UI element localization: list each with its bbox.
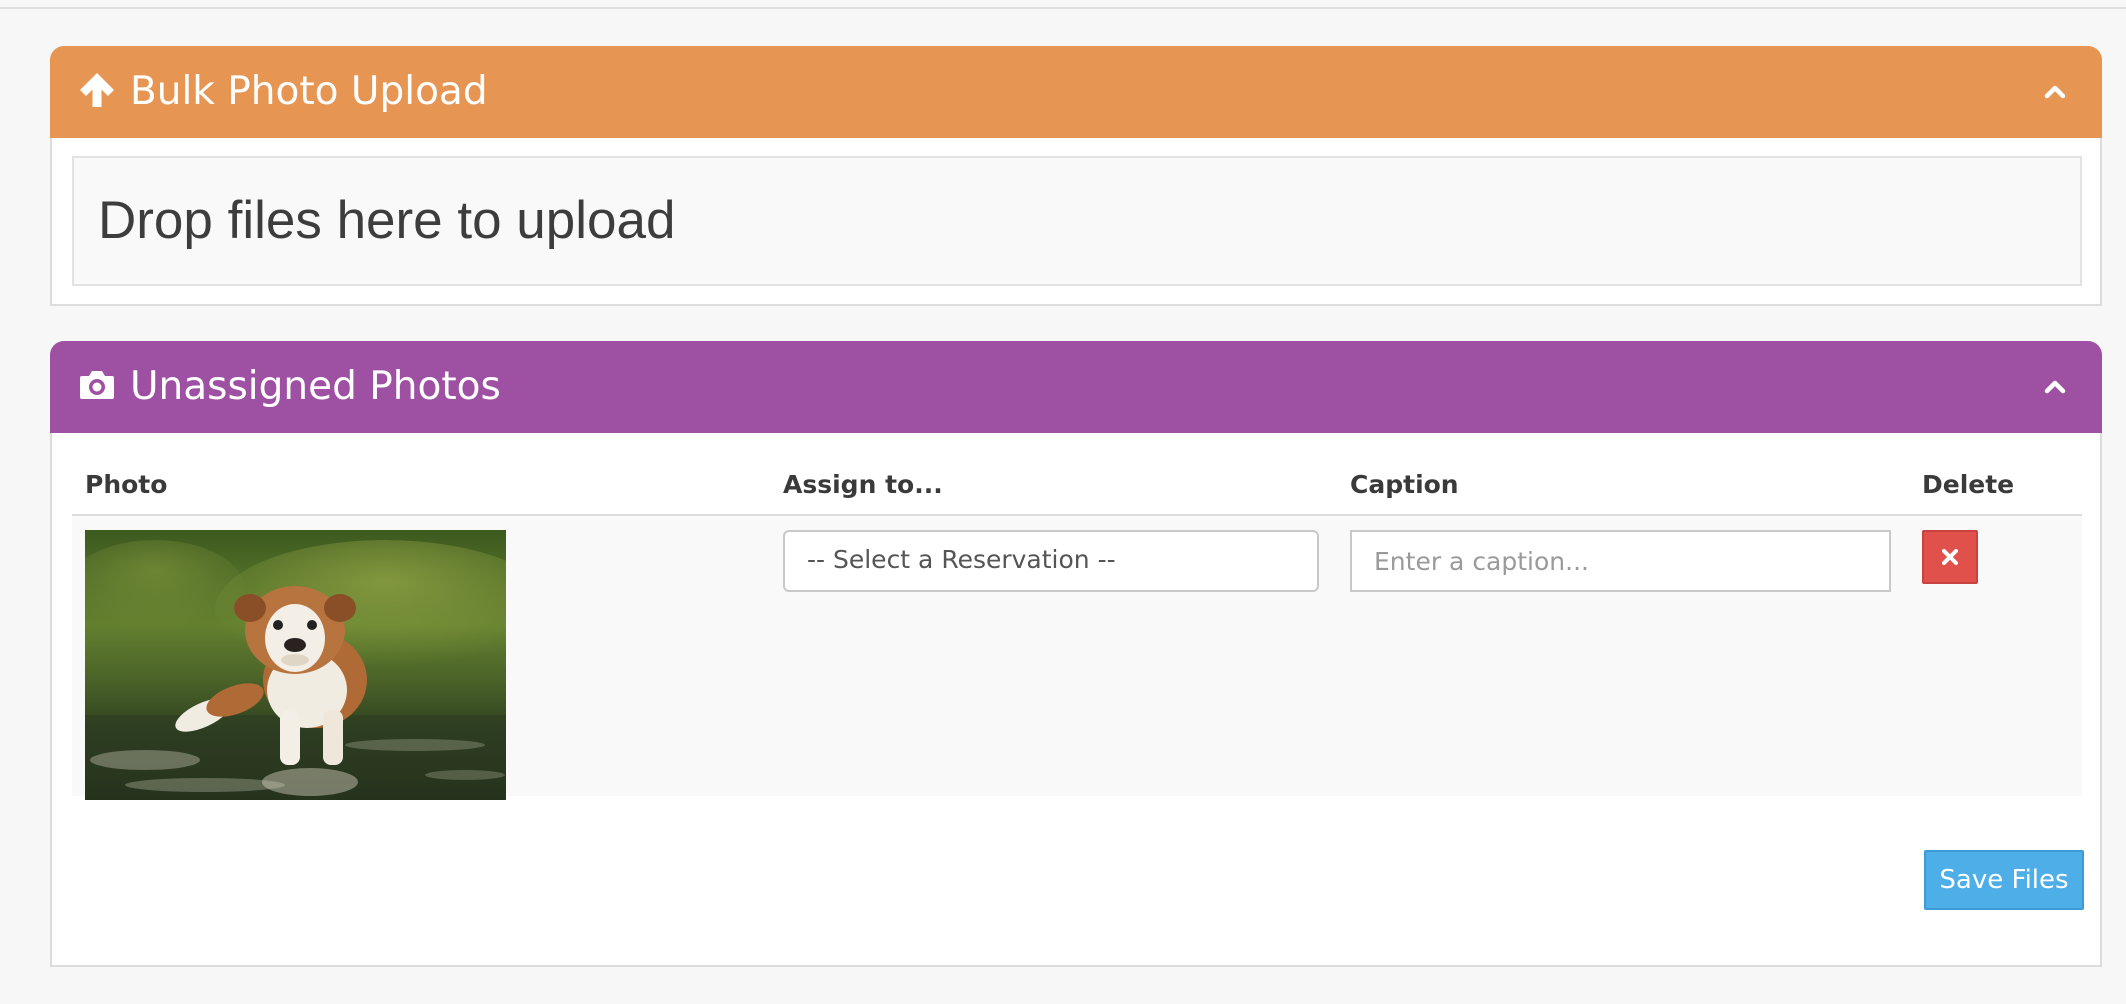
file-dropzone[interactable]: Drop files here to upload <box>72 156 2082 286</box>
save-files-button[interactable]: Save Files <box>1924 850 2084 910</box>
delete-photo-button[interactable] <box>1922 530 1978 584</box>
camera-icon <box>80 371 114 399</box>
column-header-assign: Assign to... <box>783 470 943 499</box>
column-header-delete: Delete <box>1922 470 2015 499</box>
chevron-up-icon[interactable] <box>2042 79 2068 105</box>
unassigned-photos-panel-heading[interactable]: Unassigned Photos <box>50 341 2102 433</box>
unassigned-photos-title: Unassigned Photos <box>130 364 501 409</box>
table-row: -- Select a Reservation -- <box>72 516 2082 800</box>
caption-input[interactable] <box>1350 530 1891 592</box>
bulk-upload-panel-heading[interactable]: Bulk Photo Upload <box>50 46 2102 138</box>
reservation-select[interactable]: -- Select a Reservation -- <box>783 530 1319 592</box>
dropzone-message: Drop files here to upload <box>98 191 676 250</box>
column-header-photo: Photo <box>85 470 168 499</box>
column-header-caption: Caption <box>1350 470 1459 499</box>
times-icon <box>1942 549 1958 565</box>
bulk-upload-title: Bulk Photo Upload <box>130 69 488 114</box>
unassigned-photos-panel: Unassigned Photos Photo Assign to... Cap… <box>50 341 2102 967</box>
chevron-up-icon[interactable] <box>2042 374 2068 400</box>
bulk-upload-panel: Bulk Photo Upload Drop files here to upl… <box>50 46 2102 306</box>
photo-thumbnail <box>85 530 506 800</box>
arrow-up-icon <box>80 73 114 107</box>
top-divider <box>0 0 2126 9</box>
